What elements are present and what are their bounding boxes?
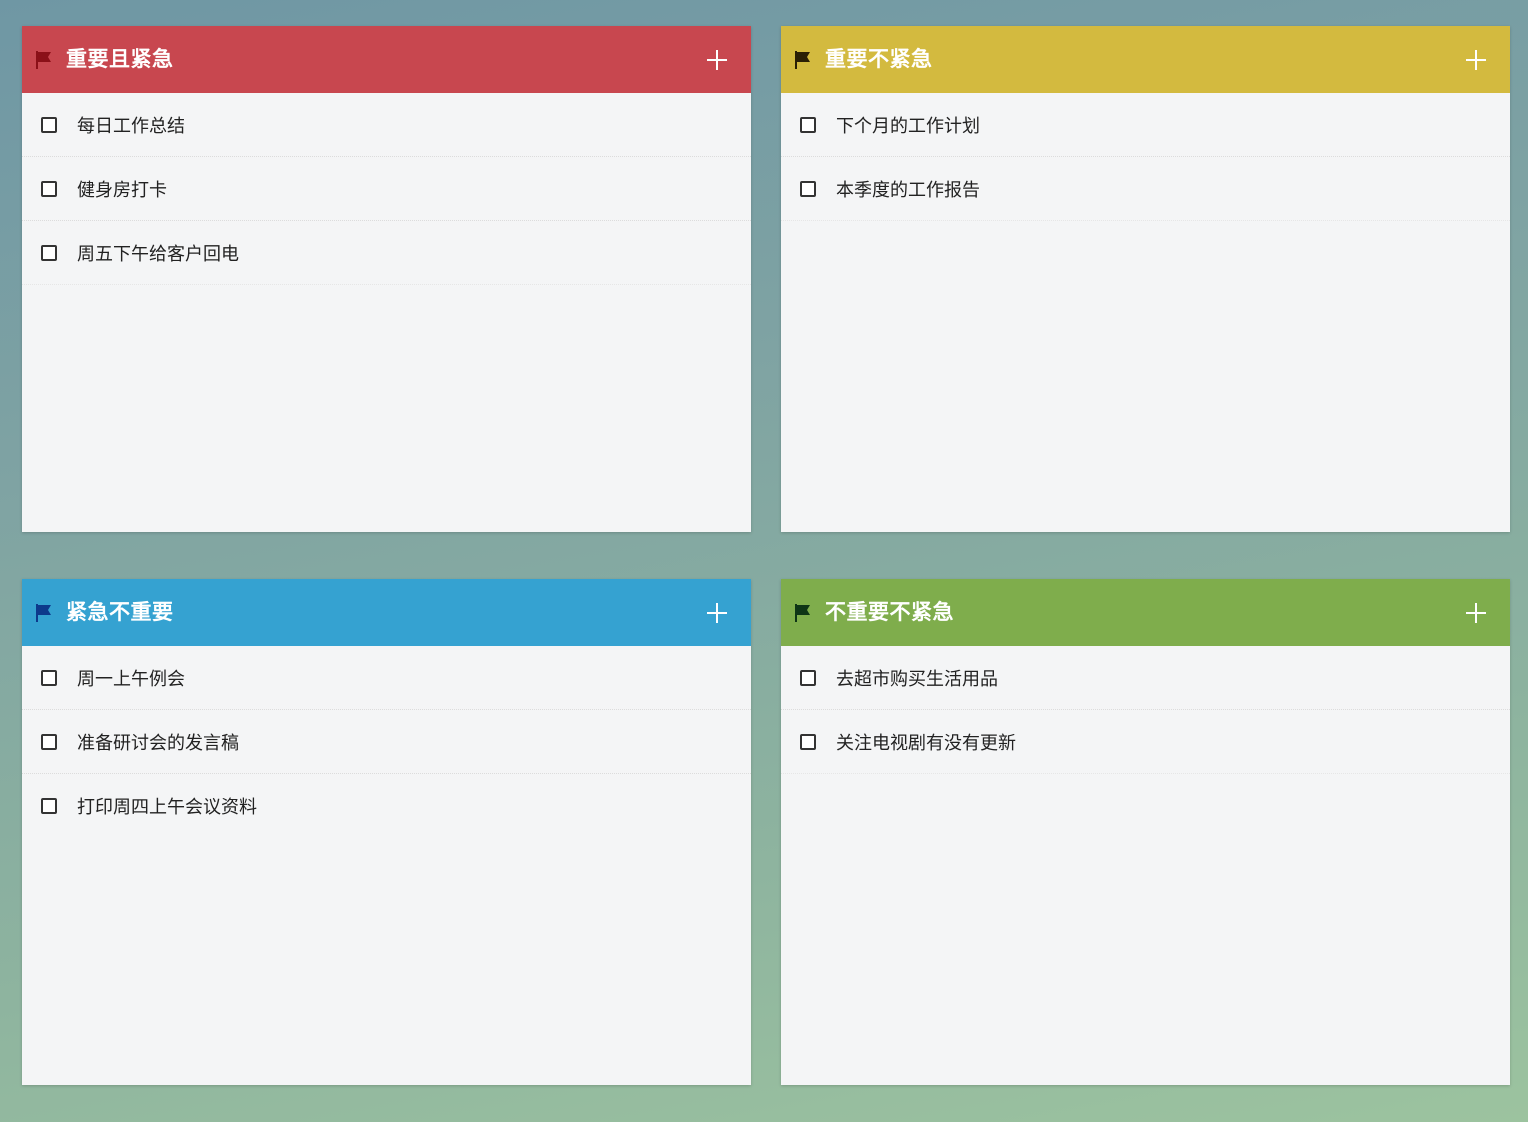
add-task-button[interactable] — [1464, 48, 1488, 72]
quadrant-header: 紧急不重要 — [22, 579, 751, 646]
flag-icon — [36, 604, 51, 622]
quadrant-not-important-not-urgent: 不重要不紧急 去超市购买生活用品 关注电视剧有没有更新 — [781, 579, 1510, 1085]
task-label: 打印周四上午会议资料 — [77, 797, 257, 818]
task-checkbox[interactable] — [800, 116, 816, 133]
task-label: 健身房打卡 — [77, 179, 167, 201]
quadrant-important-not-urgent: 重要不紧急 下个月的工作计划 本季度的工作报告 — [781, 26, 1510, 532]
task-label: 周五下午给客户回电 — [77, 243, 239, 265]
task-item[interactable]: 准备研讨会的发言稿 — [22, 710, 751, 774]
task-checkbox[interactable] — [41, 733, 57, 750]
quadrant-urgent-not-important: 紧急不重要 周一上午例会 准备研讨会的发言稿 打印周四上午会议资料 — [22, 579, 751, 1085]
task-item[interactable]: 打印周四上午会议资料 — [22, 774, 751, 838]
task-label: 本季度的工作报告 — [836, 179, 980, 201]
task-checkbox[interactable] — [41, 798, 57, 814]
task-item[interactable]: 本季度的工作报告 — [781, 157, 1510, 221]
task-item[interactable]: 健身房打卡 — [22, 157, 751, 221]
task-item[interactable]: 周一上午例会 — [22, 646, 751, 710]
task-item[interactable]: 每日工作总结 — [22, 93, 751, 157]
task-item[interactable]: 去超市购买生活用品 — [781, 646, 1510, 710]
task-item[interactable]: 下个月的工作计划 — [781, 93, 1510, 157]
task-label: 每日工作总结 — [77, 115, 185, 137]
task-checkbox[interactable] — [800, 733, 816, 750]
add-task-button[interactable] — [705, 601, 729, 625]
task-item[interactable]: 关注电视剧有没有更新 — [781, 710, 1510, 774]
task-checkbox[interactable] — [41, 669, 57, 686]
quadrant-title: 重要不紧急 — [825, 47, 933, 71]
flag-icon — [36, 51, 51, 69]
quadrant-header: 不重要不紧急 — [781, 579, 1510, 646]
task-label: 准备研讨会的发言稿 — [77, 732, 239, 754]
quadrant-header: 重要且紧急 — [22, 26, 751, 93]
task-list: 去超市购买生活用品 关注电视剧有没有更新 — [781, 646, 1510, 774]
task-label: 关注电视剧有没有更新 — [836, 732, 1016, 754]
add-task-button[interactable] — [1464, 601, 1488, 625]
quadrant-title: 重要且紧急 — [66, 47, 174, 71]
task-list: 下个月的工作计划 本季度的工作报告 — [781, 93, 1510, 221]
task-label: 去超市购买生活用品 — [836, 668, 998, 690]
quadrant-header: 重要不紧急 — [781, 26, 1510, 93]
task-checkbox[interactable] — [800, 180, 816, 197]
task-checkbox[interactable] — [800, 669, 816, 686]
quadrant-title: 紧急不重要 — [66, 600, 174, 624]
task-list: 周一上午例会 准备研讨会的发言稿 打印周四上午会议资料 — [22, 646, 751, 838]
flag-icon — [795, 51, 810, 69]
flag-icon — [795, 604, 810, 622]
task-list: 每日工作总结 健身房打卡 周五下午给客户回电 — [22, 93, 751, 285]
quadrant-title: 不重要不紧急 — [825, 600, 954, 624]
task-checkbox[interactable] — [41, 180, 57, 197]
quadrant-important-urgent: 重要且紧急 每日工作总结 健身房打卡 周五下午给客户回电 — [22, 26, 751, 532]
task-checkbox[interactable] — [41, 244, 57, 261]
task-label: 下个月的工作计划 — [836, 115, 980, 137]
add-task-button[interactable] — [705, 48, 729, 72]
task-item[interactable]: 周五下午给客户回电 — [22, 221, 751, 285]
task-checkbox[interactable] — [41, 116, 57, 133]
task-label: 周一上午例会 — [77, 668, 185, 690]
